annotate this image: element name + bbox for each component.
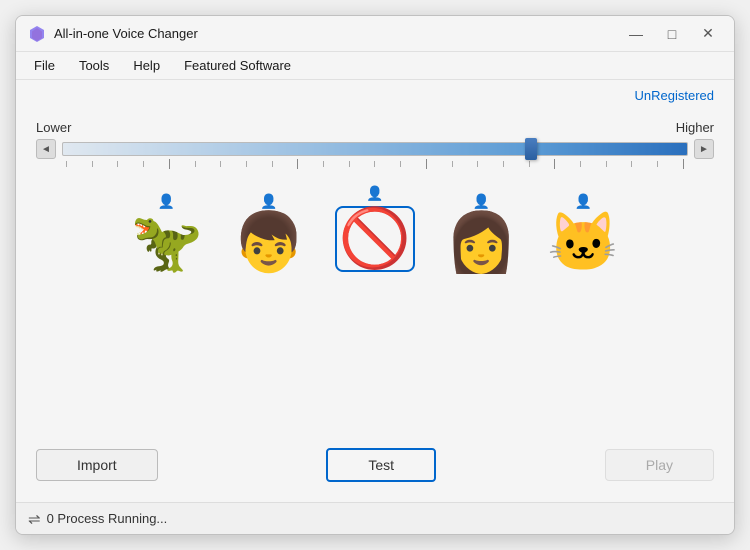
import-button[interactable]: Import — [36, 449, 158, 481]
status-bar: ⇌ 0 Process Running... — [16, 502, 734, 534]
person-icon-cat: 👤 — [575, 193, 592, 210]
play-button[interactable]: Play — [605, 449, 714, 481]
slider-track-container: ◄ ► — [36, 139, 714, 159]
menu-bar: File Tools Help Featured Software — [16, 52, 734, 80]
window-controls: — □ ✕ — [622, 20, 722, 48]
character-emoji-cat: 🐱 — [547, 214, 619, 272]
title-bar: All-in-one Voice Changer — □ ✕ — [16, 16, 734, 52]
character-emoji-woman: 👩 — [445, 214, 517, 272]
character-none[interactable]: 👤 🚫 — [335, 185, 415, 272]
menu-file[interactable]: File — [24, 54, 65, 77]
slider-left-arrow[interactable]: ◄ — [36, 139, 56, 159]
slider-wrapper[interactable] — [62, 139, 688, 159]
character-emoji-man: 👦 — [233, 214, 305, 272]
menu-help[interactable]: Help — [123, 54, 170, 77]
person-icon-dragon: 👤 — [158, 193, 175, 210]
app-icon — [28, 25, 46, 43]
slider-labels: Lower Higher — [36, 120, 714, 135]
character-woman[interactable]: 👤 👩 — [445, 193, 517, 272]
higher-label: Higher — [676, 120, 714, 135]
status-text: 0 Process Running... — [47, 511, 168, 526]
main-window: All-in-one Voice Changer — □ ✕ File Tool… — [15, 15, 735, 535]
tick-marks — [62, 159, 688, 169]
lower-label: Lower — [36, 120, 71, 135]
character-emoji-dragon: 🦖 — [130, 214, 202, 272]
character-emoji-none: 🚫 — [335, 206, 415, 272]
menu-featured-software[interactable]: Featured Software — [174, 54, 301, 77]
maximize-button[interactable]: □ — [658, 20, 686, 48]
person-icon-woman: 👤 — [473, 193, 490, 210]
slider-thumb[interactable] — [525, 138, 537, 160]
person-icon-none: 👤 — [366, 185, 383, 202]
main-content: UnRegistered Lower Higher ◄ ► — [16, 80, 734, 428]
minimize-button[interactable]: — — [622, 20, 650, 48]
character-dragon[interactable]: 👤 🦖 — [130, 193, 202, 272]
person-icon-man: 👤 — [260, 193, 277, 210]
characters-section: 👤 🦖 👤 👦 👤 🚫 👤 👩 👤 🐱 — [36, 185, 714, 282]
menu-tools[interactable]: Tools — [69, 54, 119, 77]
unregistered-label[interactable]: UnRegistered — [635, 88, 715, 103]
pitch-slider-section: Lower Higher ◄ ► — [36, 120, 714, 169]
slider-right-arrow[interactable]: ► — [694, 139, 714, 159]
buttons-section: Import Test Play — [16, 428, 734, 502]
close-button[interactable]: ✕ — [694, 20, 722, 48]
window-title: All-in-one Voice Changer — [54, 26, 622, 41]
status-icon: ⇌ — [28, 510, 41, 528]
slider-track[interactable] — [62, 142, 688, 156]
character-man[interactable]: 👤 👦 — [233, 193, 305, 272]
test-button[interactable]: Test — [326, 448, 436, 482]
character-cat[interactable]: 👤 🐱 — [547, 193, 619, 272]
